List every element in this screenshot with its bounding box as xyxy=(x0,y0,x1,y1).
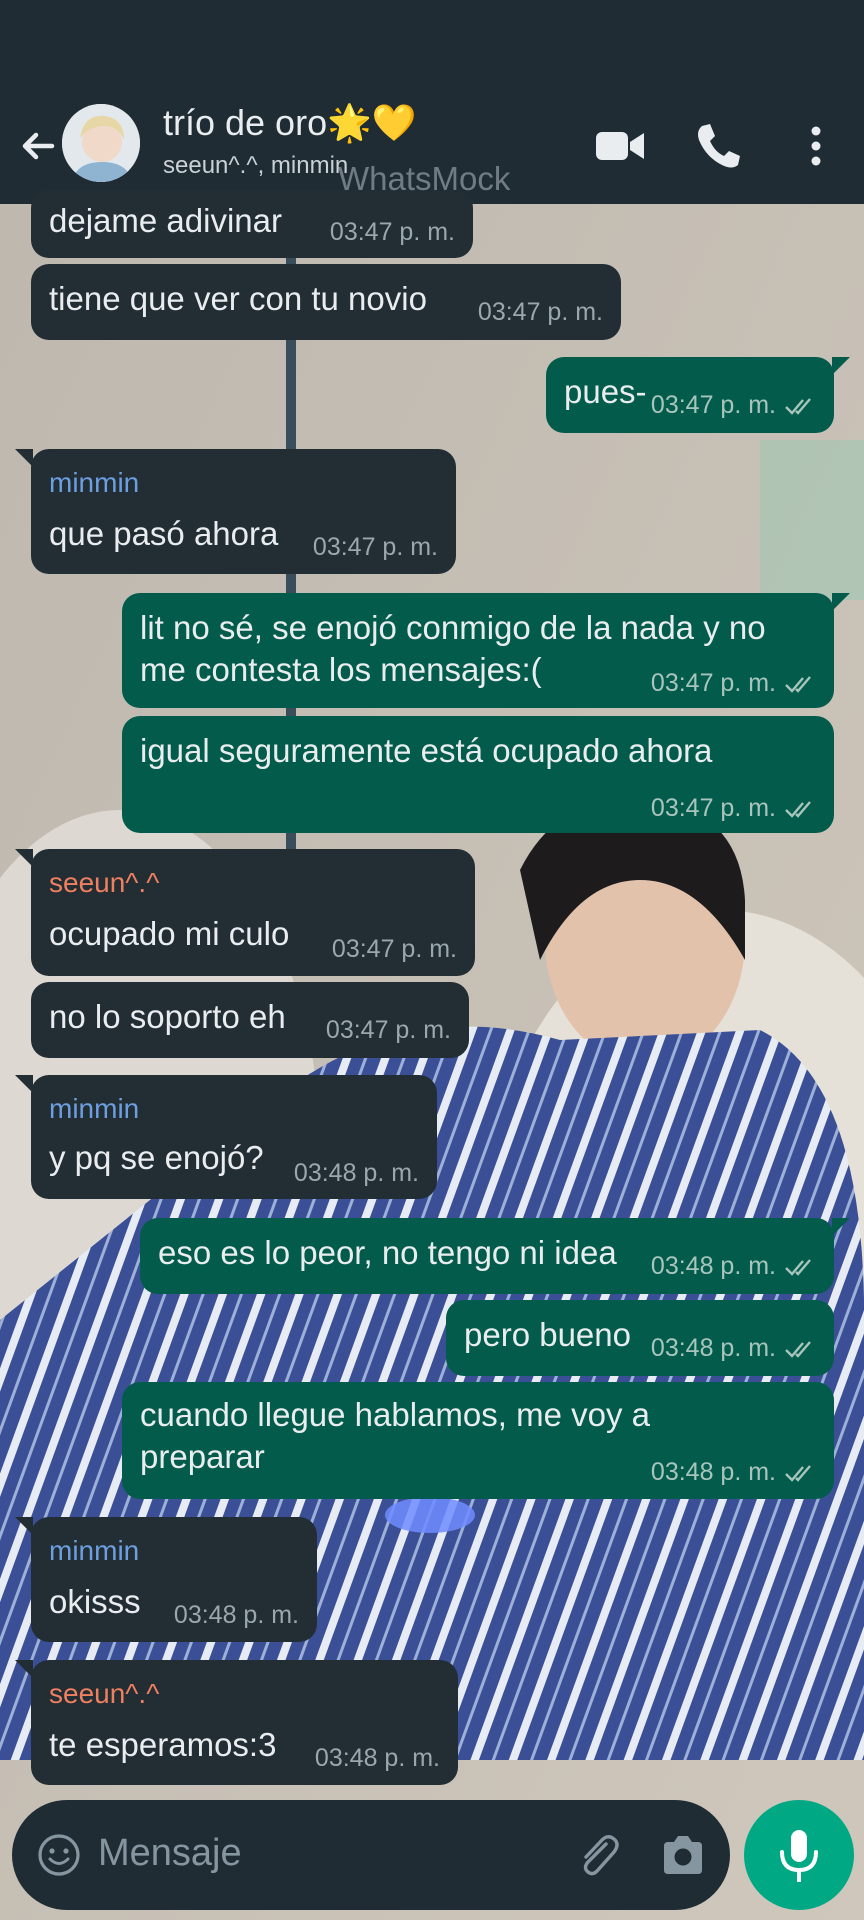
message-time: 03:48 p. m. xyxy=(650,1334,776,1362)
message-text: te esperamos:3 xyxy=(49,1726,277,1763)
message-text: pero bueno xyxy=(464,1316,631,1353)
mic-icon xyxy=(780,1830,818,1882)
message-bubble[interactable]: pero bueno 03:48 p. m. xyxy=(446,1300,834,1376)
double-check-icon xyxy=(785,801,811,818)
attach-icon[interactable] xyxy=(572,1830,622,1880)
message-time: 03:47 p. m. xyxy=(312,533,438,561)
more-options-icon[interactable] xyxy=(786,116,846,176)
sender-name: minmin xyxy=(49,1535,140,1566)
message-text: okisss xyxy=(49,1583,141,1620)
back-arrow-icon[interactable] xyxy=(14,122,62,170)
sender-name: seeun^.^ xyxy=(49,867,160,898)
message-bubble[interactable]: seeun^.^ ocupado mi culo 03:47 p. m. xyxy=(15,849,475,976)
message-bubble[interactable]: seeun^.^ te esperamos:3 03:48 p. m. xyxy=(15,1660,458,1785)
status-bar xyxy=(0,0,864,100)
message-time: 03:48 p. m. xyxy=(293,1159,419,1187)
message-bubble[interactable]: tiene que ver con tu novio 03:47 p. m. xyxy=(31,264,621,340)
message-time: 03:47 p. m. xyxy=(477,298,603,326)
message-bubble[interactable]: minmin y pq se enojó? 03:48 p. m. xyxy=(15,1075,437,1199)
chat-title[interactable]: trío de oro🌟💛 xyxy=(163,102,417,144)
watermark: WhatsMock xyxy=(338,160,511,197)
message-bubble[interactable]: dejame adivinar 03:47 p. m. xyxy=(31,190,473,258)
message-text: eso es lo peor, no tengo ni idea xyxy=(158,1234,617,1271)
message-text: lit no sé, se enojó conmigo de la nada y… xyxy=(140,609,766,646)
message-time: 03:47 p. m. xyxy=(650,669,776,697)
message-input[interactable]: Mensaje xyxy=(98,1832,242,1875)
video-call-icon[interactable] xyxy=(590,116,650,176)
message-bubble[interactable]: eso es lo peor, no tengo ni idea 03:48 p… xyxy=(140,1218,850,1294)
phone-icon[interactable] xyxy=(688,116,748,176)
camera-icon[interactable] xyxy=(658,1830,708,1880)
message-text: me contesta los mensajes:( xyxy=(140,651,542,688)
message-text: y pq se enojó? xyxy=(49,1139,264,1176)
message-bubble[interactable]: minmin que pasó ahora 03:47 p. m. xyxy=(15,449,456,574)
message-text: dejame adivinar xyxy=(49,202,282,239)
emoji-icon[interactable] xyxy=(36,1832,82,1878)
message-time: 03:47 p. m. xyxy=(329,218,455,246)
message-time: 03:47 p. m. xyxy=(331,935,457,963)
double-check-icon xyxy=(785,398,811,415)
message-bubble[interactable]: minmin okisss 03:48 p. m. xyxy=(15,1517,317,1642)
message-text: ocupado mi culo xyxy=(49,915,290,952)
message-text: preparar xyxy=(140,1438,265,1475)
message-time: 03:48 p. m. xyxy=(650,1252,776,1280)
message-time: 03:48 p. m. xyxy=(173,1601,299,1629)
sender-name: seeun^.^ xyxy=(49,1678,160,1709)
message-text: que pasó ahora xyxy=(49,515,279,552)
message-text: no lo soporto eh xyxy=(49,998,286,1035)
message-bubble[interactable]: no lo soporto eh 03:47 p. m. xyxy=(31,982,469,1058)
message-time: 03:48 p. m. xyxy=(650,1458,776,1486)
message-composer[interactable]: Mensaje xyxy=(12,1800,730,1910)
double-check-icon xyxy=(785,1465,811,1482)
message-bubble[interactable]: cuando llegue hablamos, me voy a prepara… xyxy=(122,1382,834,1499)
chat-participants[interactable]: seeun^.^, minmin xyxy=(163,152,348,180)
message-time: 03:47 p. m. xyxy=(325,1016,451,1044)
message-text: tiene que ver con tu novio xyxy=(49,280,427,317)
avatar[interactable] xyxy=(62,104,140,182)
mic-button[interactable] xyxy=(744,1800,854,1910)
message-time: 03:47 p. m. xyxy=(650,794,776,822)
double-check-icon xyxy=(785,1341,811,1358)
double-check-icon xyxy=(785,1259,811,1276)
sender-name: minmin xyxy=(49,1093,140,1124)
message-text: cuando llegue hablamos, me voy a xyxy=(140,1396,650,1433)
message-text: pues- xyxy=(564,373,647,410)
message-bubble[interactable]: lit no sé, se enojó conmigo de la nada y… xyxy=(122,593,850,708)
double-check-icon xyxy=(785,676,811,693)
message-bubble[interactable]: igual seguramente está ocupado ahora 03:… xyxy=(122,716,834,833)
message-text: igual seguramente está ocupado ahora xyxy=(140,732,713,769)
message-time: 03:48 p. m. xyxy=(314,1744,440,1772)
message-time: 03:47 p. m. xyxy=(650,391,776,419)
message-bubble[interactable]: pues- 03:47 p. m. xyxy=(546,357,850,433)
sender-name: minmin xyxy=(49,467,140,498)
